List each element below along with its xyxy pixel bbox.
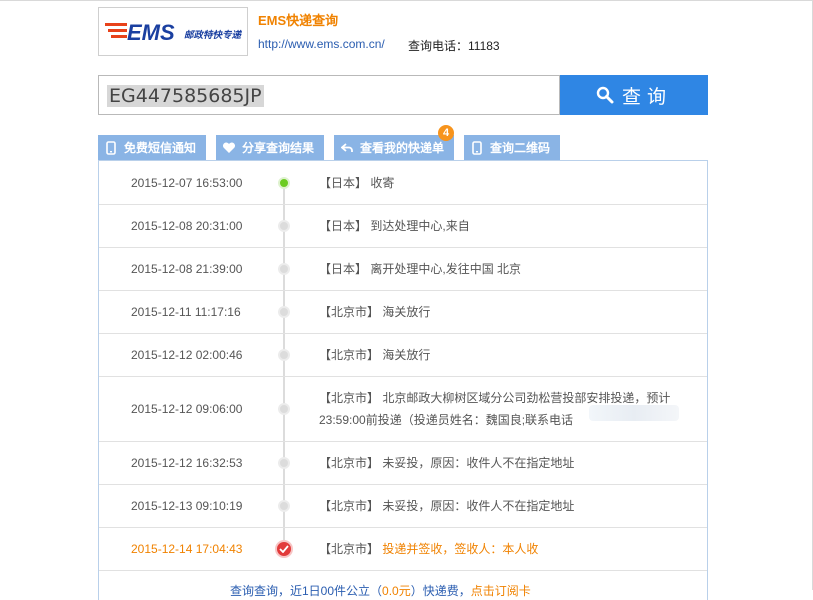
search-button-label: 查询 bbox=[621, 86, 672, 108]
row-desc: 【日本】 到达处理中心,来自 bbox=[319, 215, 679, 237]
table-row: 2015-12-13 09:10:19 【北京市】 未妥投，原因：收件人不在指定… bbox=[99, 485, 707, 528]
back-arrow-icon bbox=[340, 141, 354, 155]
redacted-phone bbox=[589, 405, 679, 421]
footer-price: 0.0元 bbox=[382, 584, 411, 598]
row-place: 【北京市】 bbox=[319, 391, 380, 405]
row-time: 2015-12-12 16:32:53 bbox=[131, 456, 243, 470]
tab-label: 查看我的快递单 bbox=[360, 141, 445, 155]
row-place: 【北京市】 bbox=[319, 348, 380, 362]
row-place: 【日本】 bbox=[319, 176, 368, 190]
search-icon bbox=[596, 86, 614, 104]
status-dot bbox=[278, 349, 290, 361]
footer-text-2: ）快递费， bbox=[410, 584, 471, 598]
tracking-number-value: EG447585685JP bbox=[107, 85, 264, 107]
row-place: 【北京市】 bbox=[319, 305, 380, 319]
row-time: 2015-12-13 09:10:19 bbox=[131, 499, 243, 513]
footer-subscribe-link[interactable]: 点击订阅卡 bbox=[471, 584, 531, 598]
row-text: 海关放行 bbox=[382, 348, 431, 362]
ems-logo-icon: EMS 邮政特快专递 bbox=[105, 20, 243, 45]
footer-promo-link[interactable]: 查询查询，近1日00件公立（0.0元）快递费，点击订阅卡 bbox=[230, 582, 531, 599]
tab-qr-code[interactable]: 查询二维码 bbox=[464, 135, 560, 160]
search-button[interactable]: 查询 bbox=[560, 75, 708, 115]
tracking-number-input[interactable]: EG447585685JP bbox=[98, 75, 560, 115]
row-text: 未妥投，原因：收件人不在指定地址 bbox=[382, 499, 575, 513]
row-time: 2015-12-11 11:17:16 bbox=[131, 305, 241, 319]
status-dot bbox=[278, 403, 290, 415]
brand-title[interactable]: EMS快递查询 bbox=[258, 10, 338, 29]
row-place: 【北京市】 bbox=[319, 456, 380, 470]
row-text: 海关放行 bbox=[382, 305, 431, 319]
orders-count-badge: 4 bbox=[438, 125, 454, 141]
row-place: 【北京市】 bbox=[319, 499, 380, 513]
row-time: 2015-12-12 09:06:00 bbox=[131, 402, 243, 416]
table-row: 2015-12-08 21:39:00 【日本】 离开处理中心,发往中国 北京 bbox=[99, 248, 707, 291]
phone-icon bbox=[104, 140, 118, 155]
row-desc: 【北京市】 海关放行 bbox=[319, 344, 679, 366]
row-text: 到达处理中心,来自 bbox=[370, 219, 470, 233]
tracking-panel: 2015-12-07 16:53:00 【日本】 收寄 2015-12-08 2… bbox=[98, 160, 708, 600]
status-dot bbox=[278, 457, 290, 469]
row-desc: 【日本】 收寄 bbox=[319, 172, 679, 194]
status-dot bbox=[278, 500, 290, 512]
heart-icon bbox=[222, 141, 236, 155]
status-dot-start bbox=[278, 177, 290, 189]
delivered-check-icon bbox=[275, 540, 293, 558]
row-text: 收寄 bbox=[370, 176, 395, 190]
table-row: 2015-12-08 20:31:00 【日本】 到达处理中心,来自 bbox=[99, 205, 707, 248]
tab-label: 分享查询结果 bbox=[242, 141, 315, 155]
row-place: 【日本】 bbox=[319, 262, 368, 276]
tab-my-orders[interactable]: 查看我的快递单 bbox=[334, 135, 454, 160]
site-link[interactable]: http://www.ems.com.cn/ bbox=[258, 37, 385, 51]
row-time: 2015-12-07 16:53:00 bbox=[131, 176, 243, 190]
table-row: 2015-12-07 16:53:00 【日本】 收寄 bbox=[99, 161, 707, 205]
footer-text-1: 查询查询，近1日00件公立（ bbox=[230, 584, 383, 598]
tab-share-result[interactable]: 分享查询结果 bbox=[216, 135, 324, 160]
tab-sms-notify[interactable]: 免费短信通知 bbox=[98, 135, 206, 160]
logo-text-sub: 邮政特快专递 bbox=[184, 29, 243, 41]
row-desc: 【北京市】 投递并签收，签收人：本人收 bbox=[319, 538, 679, 560]
table-row: 2015-12-12 16:32:53 【北京市】 未妥投，原因：收件人不在指定… bbox=[99, 442, 707, 485]
phone-icon bbox=[470, 140, 484, 155]
phone-number: 查询电话：11183 bbox=[408, 39, 500, 53]
status-dot bbox=[278, 263, 290, 275]
row-desc: 【北京市】 未妥投，原因：收件人不在指定地址 bbox=[319, 452, 679, 474]
table-row: 2015-12-12 02:00:46 【北京市】 海关放行 bbox=[99, 334, 707, 377]
row-desc: 【北京市】 未妥投，原因：收件人不在指定地址 bbox=[319, 495, 679, 517]
row-text: 未妥投，原因：收件人不在指定地址 bbox=[382, 456, 575, 470]
tab-label: 查询二维码 bbox=[490, 141, 551, 155]
row-desc: 【北京市】 海关放行 bbox=[319, 301, 679, 323]
status-dot bbox=[278, 306, 290, 318]
table-row: 2015-12-11 11:17:16 【北京市】 海关放行 bbox=[99, 291, 707, 334]
top-border bbox=[0, 0, 813, 1]
tab-label: 免费短信通知 bbox=[124, 141, 197, 155]
row-time: 2015-12-08 20:31:00 bbox=[131, 219, 243, 233]
logo-text-ems: EMS bbox=[127, 20, 175, 45]
ems-logo[interactable]: EMS 邮政特快专递 bbox=[98, 7, 248, 56]
status-dot bbox=[278, 220, 290, 232]
row-text: 离开处理中心,发往中国 北京 bbox=[370, 262, 522, 276]
row-time: 2015-12-12 02:00:46 bbox=[131, 348, 243, 362]
table-row: 2015-12-14 17:04:43 【北京市】 投递并签收，签收人：本人收 bbox=[99, 528, 707, 571]
row-time: 2015-12-14 17:04:43 bbox=[131, 542, 243, 556]
table-row: 2015-12-12 09:06:00 【北京市】 北京邮政大柳树区域分公司劲松… bbox=[99, 377, 707, 442]
row-place: 【日本】 bbox=[319, 219, 368, 233]
row-text: 投递并签收，签收人：本人收 bbox=[382, 542, 539, 556]
row-desc: 【日本】 离开处理中心,发往中国 北京 bbox=[319, 258, 679, 280]
row-time: 2015-12-08 21:39:00 bbox=[131, 262, 243, 276]
row-place: 【北京市】 bbox=[319, 542, 380, 556]
